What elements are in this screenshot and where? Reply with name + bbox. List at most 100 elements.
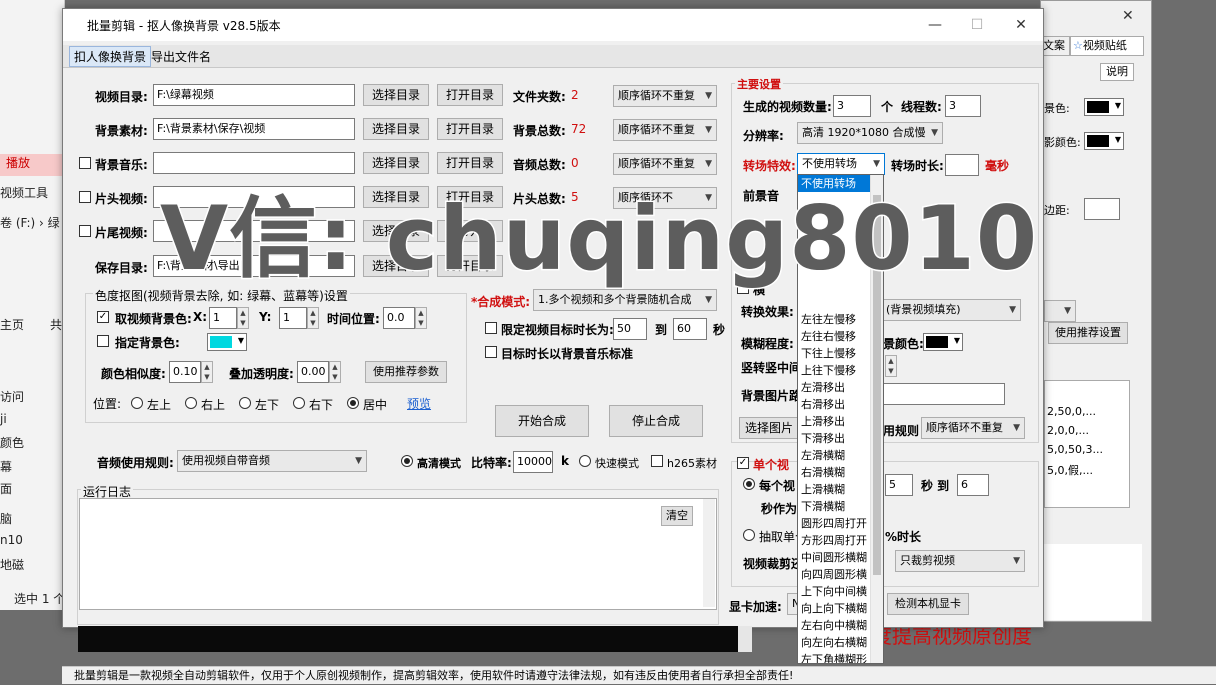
- audio-rule-value: 使用视频自带音频: [182, 454, 270, 467]
- limit-duration-checkbox[interactable]: [485, 322, 497, 334]
- extract-radio[interactable]: [743, 529, 755, 541]
- position-bottom-right-radio[interactable]: [293, 397, 305, 409]
- bg-close-icon[interactable]: ✕: [1122, 8, 1134, 24]
- bg-color-picker[interactable]: ▼: [207, 333, 247, 351]
- bg-recommend-button[interactable]: 使用推荐设置: [1048, 322, 1128, 344]
- list-item[interactable]: 5,0,50,3...: [1045, 443, 1129, 456]
- use-rule-select[interactable]: 顺序循环不重复 ▼: [921, 417, 1025, 439]
- bg-color-picker[interactable]: ▼: [1084, 132, 1124, 150]
- stop-compose-button[interactable]: 停止合成: [609, 405, 703, 437]
- position-bottom-left-radio[interactable]: [239, 397, 251, 409]
- vertical-spinner[interactable]: ▲ ▼: [885, 355, 897, 377]
- tab-cutout-background[interactable]: 扣人像换背景: [69, 46, 152, 67]
- overlay-spinner[interactable]: ▲ ▼: [329, 361, 341, 383]
- bg-video-tools[interactable]: 视频工具: [0, 184, 62, 201]
- bg-material-label: 背景素材:: [95, 124, 148, 138]
- log-scrollbar[interactable]: [703, 499, 715, 607]
- close-icon[interactable]: ✕: [1001, 13, 1041, 37]
- overlay-input[interactable]: 0.00: [297, 361, 329, 383]
- minimize-icon[interactable]: —: [915, 13, 955, 37]
- bg-music-checkbox[interactable]: [79, 157, 91, 169]
- bg-material-open-button[interactable]: 打开目录: [437, 118, 503, 140]
- bg-nav-item[interactable]: n10: [0, 533, 62, 547]
- bg-label: 景色:: [1044, 102, 1070, 115]
- video-dir-input[interactable]: F:\绿幕视频: [153, 84, 355, 106]
- x-input[interactable]: 1: [209, 307, 237, 329]
- bg-path-input[interactable]: [883, 383, 1005, 405]
- to-seconds-input[interactable]: 6: [957, 474, 989, 496]
- position-center-radio[interactable]: [347, 397, 359, 409]
- bg-order-select[interactable]: 顺序循环不重复 ▼: [613, 119, 717, 141]
- intro-video-checkbox[interactable]: [79, 191, 91, 203]
- bg-select[interactable]: ▼: [1044, 300, 1076, 322]
- bg-help-button[interactable]: 说明: [1100, 63, 1134, 81]
- time-position-spinner[interactable]: ▲ ▼: [415, 307, 427, 329]
- video-order-value: 顺序循环不重复: [618, 89, 695, 102]
- bg-play-tab[interactable]: 播放: [0, 154, 62, 176]
- bg-margin-input[interactable]: [1084, 198, 1120, 220]
- limit-from-input[interactable]: 50: [613, 318, 647, 340]
- bg-tab-sticker[interactable]: ☆视频贴纸: [1070, 36, 1144, 56]
- take-bg-color-checkbox[interactable]: ✓: [97, 311, 109, 323]
- start-compose-button[interactable]: 开始合成: [495, 405, 589, 437]
- time-position-input[interactable]: 0.0: [383, 307, 415, 329]
- bg-list[interactable]: 2,50,0,... 2,0,0,... 5,0,50,3... 5,0,假,.…: [1044, 380, 1130, 508]
- similarity-input[interactable]: 0.10: [169, 361, 201, 383]
- bitrate-input[interactable]: 10000: [513, 451, 553, 473]
- select-image-button[interactable]: 选择图片: [739, 417, 799, 439]
- specify-bg-color-checkbox[interactable]: [97, 335, 109, 347]
- h265-label: h265素材: [667, 457, 717, 470]
- bg-nav-item[interactable]: 脑: [0, 510, 62, 527]
- detect-gpu-button[interactable]: 检测本机显卡: [887, 593, 969, 615]
- tab-export-filename[interactable]: 导出文件名: [147, 48, 215, 65]
- crop-select[interactable]: 只裁剪视频 ▼: [895, 550, 1025, 572]
- position-top-left-radio[interactable]: [131, 397, 143, 409]
- h265-checkbox[interactable]: [651, 455, 663, 467]
- video-dir-open-button[interactable]: 打开目录: [437, 84, 503, 106]
- video-dir-label: 视频目录:: [95, 90, 148, 104]
- recommend-params-button[interactable]: 使用推荐参数: [365, 361, 447, 383]
- fast-mode-radio[interactable]: [579, 455, 591, 467]
- preview-link[interactable]: 预览: [407, 395, 431, 412]
- from-seconds-input[interactable]: 5: [885, 474, 913, 496]
- log-textarea[interactable]: [79, 498, 717, 610]
- media-scrollbar[interactable]: [738, 626, 752, 652]
- video-count-input[interactable]: 3: [833, 95, 871, 117]
- list-item[interactable]: 5,0,假,...: [1045, 462, 1129, 478]
- clear-log-button[interactable]: 清空: [661, 506, 693, 526]
- position-top-right-radio[interactable]: [185, 397, 197, 409]
- x-spinner[interactable]: ▲ ▼: [237, 307, 249, 329]
- maximize-icon[interactable]: ☐: [957, 13, 997, 37]
- similarity-spinner[interactable]: ▲ ▼: [201, 361, 213, 383]
- bg-nav-item[interactable]: 颜色: [0, 434, 62, 451]
- y-input[interactable]: 1: [279, 307, 307, 329]
- blur-color-picker[interactable]: ▼: [923, 333, 963, 351]
- list-item[interactable]: 2,0,0,...: [1045, 424, 1129, 437]
- thread-input[interactable]: 3: [945, 95, 981, 117]
- bg-nav-item[interactable]: ji: [0, 412, 62, 426]
- list-item[interactable]: 2,50,0,...: [1045, 405, 1129, 418]
- per-video-radio[interactable]: [743, 478, 755, 490]
- audio-rule-select[interactable]: 使用视频自带音频 ▼: [177, 450, 367, 472]
- outro-video-checkbox[interactable]: [79, 225, 91, 237]
- bg-nav-item[interactable]: 面: [0, 480, 62, 497]
- target-music-checkbox[interactable]: [485, 346, 497, 358]
- video-order-select[interactable]: 顺序循环不重复 ▼: [613, 85, 717, 107]
- save-dir-label: 保存目录:: [95, 261, 148, 275]
- single-video-checkbox[interactable]: ✓: [737, 457, 749, 469]
- bg-tab-copy[interactable]: 文案: [1042, 36, 1070, 56]
- effect-select[interactable]: (背景视频填充) ▼: [881, 299, 1021, 321]
- y-spinner[interactable]: ▲ ▼: [307, 307, 319, 329]
- hq-mode-radio[interactable]: [401, 455, 413, 467]
- bg-material-input[interactable]: F:\背景素材\保存\视频: [153, 118, 355, 140]
- bg-material-select-button[interactable]: 选择目录: [363, 118, 429, 140]
- bg-color-picker[interactable]: ▼: [1084, 98, 1124, 116]
- limit-to-input[interactable]: 60: [673, 318, 707, 340]
- chevron-down-icon: ▼: [1114, 101, 1121, 110]
- bg-nav-item[interactable]: 地磁: [0, 556, 62, 573]
- video-dir-select-button[interactable]: 选择目录: [363, 84, 429, 106]
- title-bar: 批量剪辑 - 抠人像换背景 v28.5版本 — ☐ ✕: [63, 9, 1043, 41]
- bg-nav-item[interactable]: 幕: [0, 458, 62, 475]
- resolution-select[interactable]: 高清 1920*1080 合成慢 ▼: [797, 122, 943, 144]
- bg-nav-item[interactable]: 访问: [0, 388, 62, 405]
